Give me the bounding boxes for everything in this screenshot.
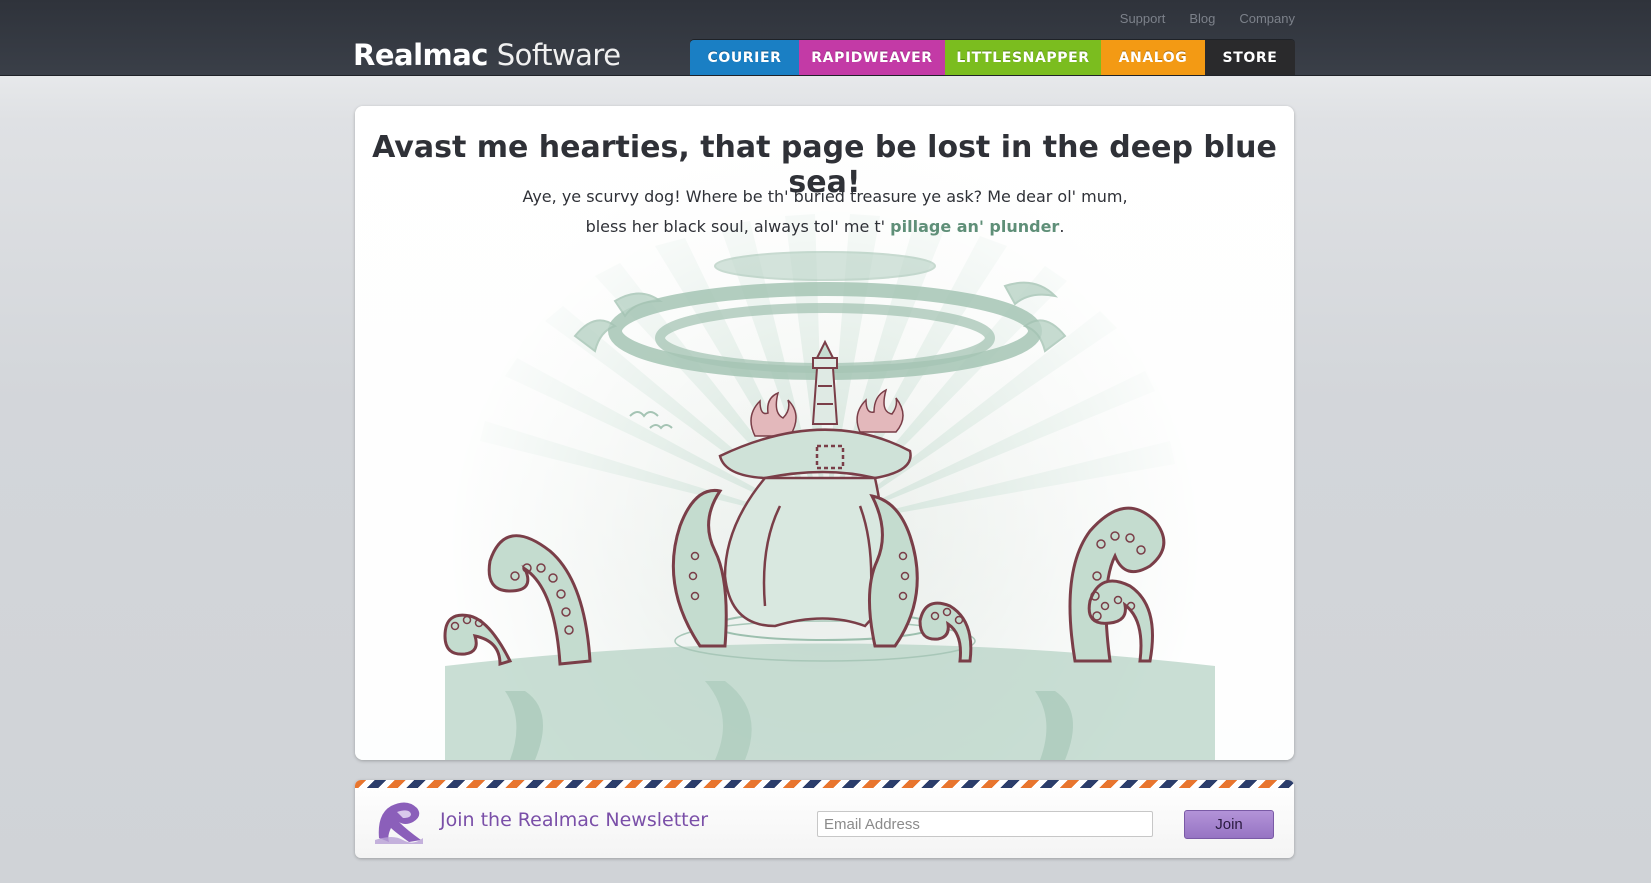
- blog-link[interactable]: Blog: [1189, 11, 1215, 26]
- site-header: Support Blog Company Realmac Software CO…: [0, 0, 1651, 76]
- nav-tab-rapidweaver[interactable]: RAPIDWEAVER: [799, 40, 945, 75]
- join-button[interactable]: Join: [1184, 810, 1274, 839]
- nav-tab-littlesnapper[interactable]: LITTLESNAPPER: [945, 40, 1101, 75]
- logo-brand-light: Software: [496, 38, 621, 72]
- newsletter-title: Join the Realmac Newsletter: [440, 809, 709, 831]
- email-input[interactable]: [817, 811, 1153, 837]
- main-nav: COURIER RAPIDWEAVER LITTLESNAPPER ANALOG…: [690, 40, 1295, 75]
- logo-brand-bold: Realmac: [353, 38, 489, 72]
- error-card: Avast me hearties, that page be lost in …: [355, 106, 1294, 760]
- support-link[interactable]: Support: [1120, 11, 1166, 26]
- newsletter-bar: Join the Realmac Newsletter Join: [355, 780, 1294, 858]
- realmac-r-logo-icon: [375, 802, 423, 844]
- intro-end: .: [1059, 217, 1065, 236]
- company-link[interactable]: Company: [1239, 11, 1295, 26]
- nav-tab-store[interactable]: STORE: [1205, 40, 1295, 75]
- nav-tab-courier[interactable]: COURIER: [690, 40, 799, 75]
- intro-paragraph: Aye, ye scurvy dog! Where be th' buried …: [515, 182, 1135, 242]
- nav-tab-analog[interactable]: ANALOG: [1101, 40, 1205, 75]
- site-logo[interactable]: Realmac Software: [353, 38, 621, 72]
- pillage-plunder-link[interactable]: pillage an' plunder: [890, 217, 1059, 236]
- airmail-stripe: [355, 780, 1294, 788]
- utility-links: Support Blog Company: [1120, 11, 1295, 26]
